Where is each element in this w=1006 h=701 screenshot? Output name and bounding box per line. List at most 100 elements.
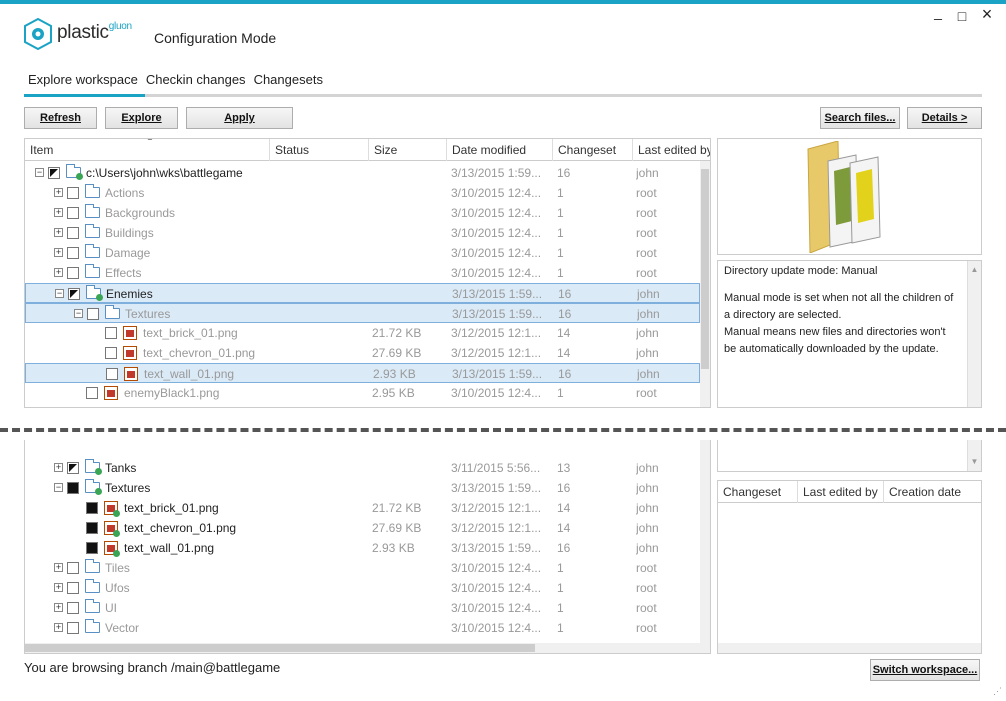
expand-icon[interactable]: +	[54, 563, 63, 572]
details-scrollbar[interactable]: ▲	[967, 261, 981, 407]
vertical-scrollbar[interactable]	[700, 161, 710, 407]
search-files-button[interactable]: Search files...	[820, 107, 900, 129]
row-checkbox[interactable]	[67, 462, 79, 474]
tab-checkin-changes[interactable]: Checkin changes	[142, 72, 250, 96]
details-button[interactable]: Details >	[907, 107, 982, 129]
row-checkbox[interactable]	[106, 368, 118, 380]
details-scrollbar-lower[interactable]: ▼	[967, 440, 981, 471]
item-last-edited-by: root	[636, 621, 657, 635]
close-button[interactable]: ×	[977, 4, 997, 25]
expand-icon[interactable]: +	[54, 583, 63, 592]
row-checkbox[interactable]	[105, 327, 117, 339]
tree-row[interactable]: text_brick_01.png 21.72 KB 3/12/2015 12:1.…	[25, 498, 700, 518]
row-checkbox[interactable]	[67, 207, 79, 219]
row-checkbox[interactable]	[48, 167, 60, 179]
history-column-creation-date[interactable]: Creation date	[884, 481, 982, 503]
tree-row[interactable]: + UI 3/10/2015 12:4... 1 root	[25, 598, 700, 618]
row-checkbox[interactable]	[67, 227, 79, 239]
tree-row[interactable]: text_wall_01.png 2.93 KB 3/13/2015 1:59...…	[25, 538, 700, 558]
row-checkbox[interactable]	[67, 622, 79, 634]
plastic-logo-icon	[24, 18, 52, 50]
tree-row[interactable]: − Textures 3/13/2015 1:59... 16 john	[25, 478, 700, 498]
tree-row[interactable]: + Damage 3/10/2015 12:4... 1 root	[25, 243, 700, 263]
history-scrollbar[interactable]	[718, 643, 981, 653]
item-changeset: 1	[557, 561, 564, 575]
row-checkbox[interactable]	[68, 288, 80, 300]
tree-row[interactable]: + Vector 3/10/2015 12:4... 1 root	[25, 618, 700, 638]
scroll-up-icon[interactable]: ▲	[968, 265, 981, 274]
scrollbar-thumb[interactable]	[701, 169, 709, 369]
history-column-changeset[interactable]: Changeset	[718, 481, 798, 503]
collapse-icon[interactable]: −	[55, 289, 64, 298]
item-last-edited-by: root	[636, 386, 657, 400]
tree-row[interactable]: + Effects 3/10/2015 12:4... 1 root	[25, 263, 700, 283]
column-changeset[interactable]: Changeset	[553, 139, 633, 161]
history-column-last-edited-by[interactable]: Last edited by	[798, 481, 884, 503]
folder-icon	[85, 244, 100, 258]
item-last-edited-by: john	[636, 461, 659, 475]
row-checkbox[interactable]	[105, 347, 117, 359]
switch-workspace-button[interactable]: Switch workspace...	[870, 659, 980, 681]
explore-button[interactable]: Explore	[105, 107, 178, 129]
tree-row[interactable]: + Actions 3/10/2015 12:4... 1 root	[25, 183, 700, 203]
row-checkbox[interactable]	[86, 522, 98, 534]
row-checkbox[interactable]	[67, 602, 79, 614]
item-changeset: 1	[557, 386, 564, 400]
expand-icon[interactable]: +	[54, 228, 63, 237]
row-checkbox[interactable]	[86, 542, 98, 554]
expand-icon[interactable]: +	[54, 603, 63, 612]
tree-row[interactable]: enemyBlack1.png 2.95 KB 3/10/2015 12:4... 1…	[25, 383, 700, 403]
row-checkbox[interactable]	[67, 582, 79, 594]
vertical-scrollbar-lower[interactable]	[700, 440, 710, 644]
resize-grip-icon[interactable]: ⋰	[993, 686, 1002, 697]
tree-row[interactable]: + Ufos 3/10/2015 12:4... 1 root	[25, 578, 700, 598]
item-changeset: 16	[557, 166, 571, 180]
row-checkbox[interactable]	[67, 562, 79, 574]
item-changeset: 14	[557, 326, 571, 340]
expand-icon[interactable]: +	[54, 623, 63, 632]
row-checkbox[interactable]	[86, 502, 98, 514]
tree-row[interactable]: + Backgrounds 3/10/2015 12:4... 1 root	[25, 203, 700, 223]
row-checkbox[interactable]	[86, 387, 98, 399]
row-checkbox[interactable]	[67, 482, 79, 494]
expand-icon[interactable]: +	[54, 188, 63, 197]
item-last-edited-by: john	[636, 501, 659, 515]
tree-row[interactable]: text_chevron_01.png 27.69 KB 3/12/2015 12:…	[25, 518, 700, 538]
expand-icon[interactable]: +	[54, 463, 63, 472]
collapse-icon[interactable]: −	[54, 483, 63, 492]
scroll-down-icon[interactable]: ▼	[968, 457, 981, 466]
column-date-modified[interactable]: Date modified	[447, 139, 553, 161]
tree-row[interactable]: text_wall_01.png 2.93 KB 3/13/2015 1:59...…	[25, 363, 700, 383]
apply-button[interactable]: Apply	[186, 107, 293, 129]
collapse-icon[interactable]: −	[74, 309, 83, 318]
tree-row[interactable]: text_brick_01.png 21.72 KB 3/12/2015 12:1.…	[25, 323, 700, 343]
column-last-edited-by[interactable]: Last edited by	[633, 139, 710, 161]
tree-row[interactable]: − c:\Users\john\wks\battlegame 3/13/2015 1…	[25, 163, 700, 183]
maximize-button[interactable]: □	[952, 8, 972, 24]
tree-row[interactable]: + Buildings 3/10/2015 12:4... 1 root	[25, 223, 700, 243]
tree-row[interactable]: text_chevron_01.png 27.69 KB 3/12/2015 12:…	[25, 343, 700, 363]
horizontal-scrollbar-thumb[interactable]	[25, 644, 535, 652]
row-checkbox[interactable]	[67, 187, 79, 199]
expand-icon[interactable]: +	[54, 208, 63, 217]
tab-explore-workspace[interactable]: Explore workspace	[24, 72, 142, 96]
expand-icon[interactable]: +	[54, 268, 63, 277]
tree-row[interactable]: + Tanks 3/11/2015 5:56... 13 john	[25, 458, 700, 478]
tab-changesets[interactable]: Changesets	[250, 72, 327, 96]
collapse-icon[interactable]: −	[35, 168, 44, 177]
column-size[interactable]: Size	[369, 139, 447, 161]
tree-row[interactable]: − Textures 3/13/2015 1:59... 16 john	[25, 303, 700, 323]
expand-icon[interactable]: +	[54, 248, 63, 257]
row-checkbox[interactable]	[87, 308, 99, 320]
column-item[interactable]: Item	[25, 139, 270, 161]
row-checkbox[interactable]	[67, 247, 79, 259]
tree-row[interactable]: − Enemies 3/13/2015 1:59... 16 john	[25, 283, 700, 303]
minimize-button[interactable]: _	[928, 4, 948, 20]
refresh-button[interactable]: Refresh	[24, 107, 97, 129]
horizontal-scrollbar[interactable]	[25, 643, 710, 653]
item-changeset: 16	[558, 367, 572, 381]
tree-row[interactable]: + Tiles 3/10/2015 12:4... 1 root	[25, 558, 700, 578]
item-date-modified: 3/13/2015 1:59...	[451, 166, 542, 180]
column-status[interactable]: Status	[270, 139, 369, 161]
row-checkbox[interactable]	[67, 267, 79, 279]
